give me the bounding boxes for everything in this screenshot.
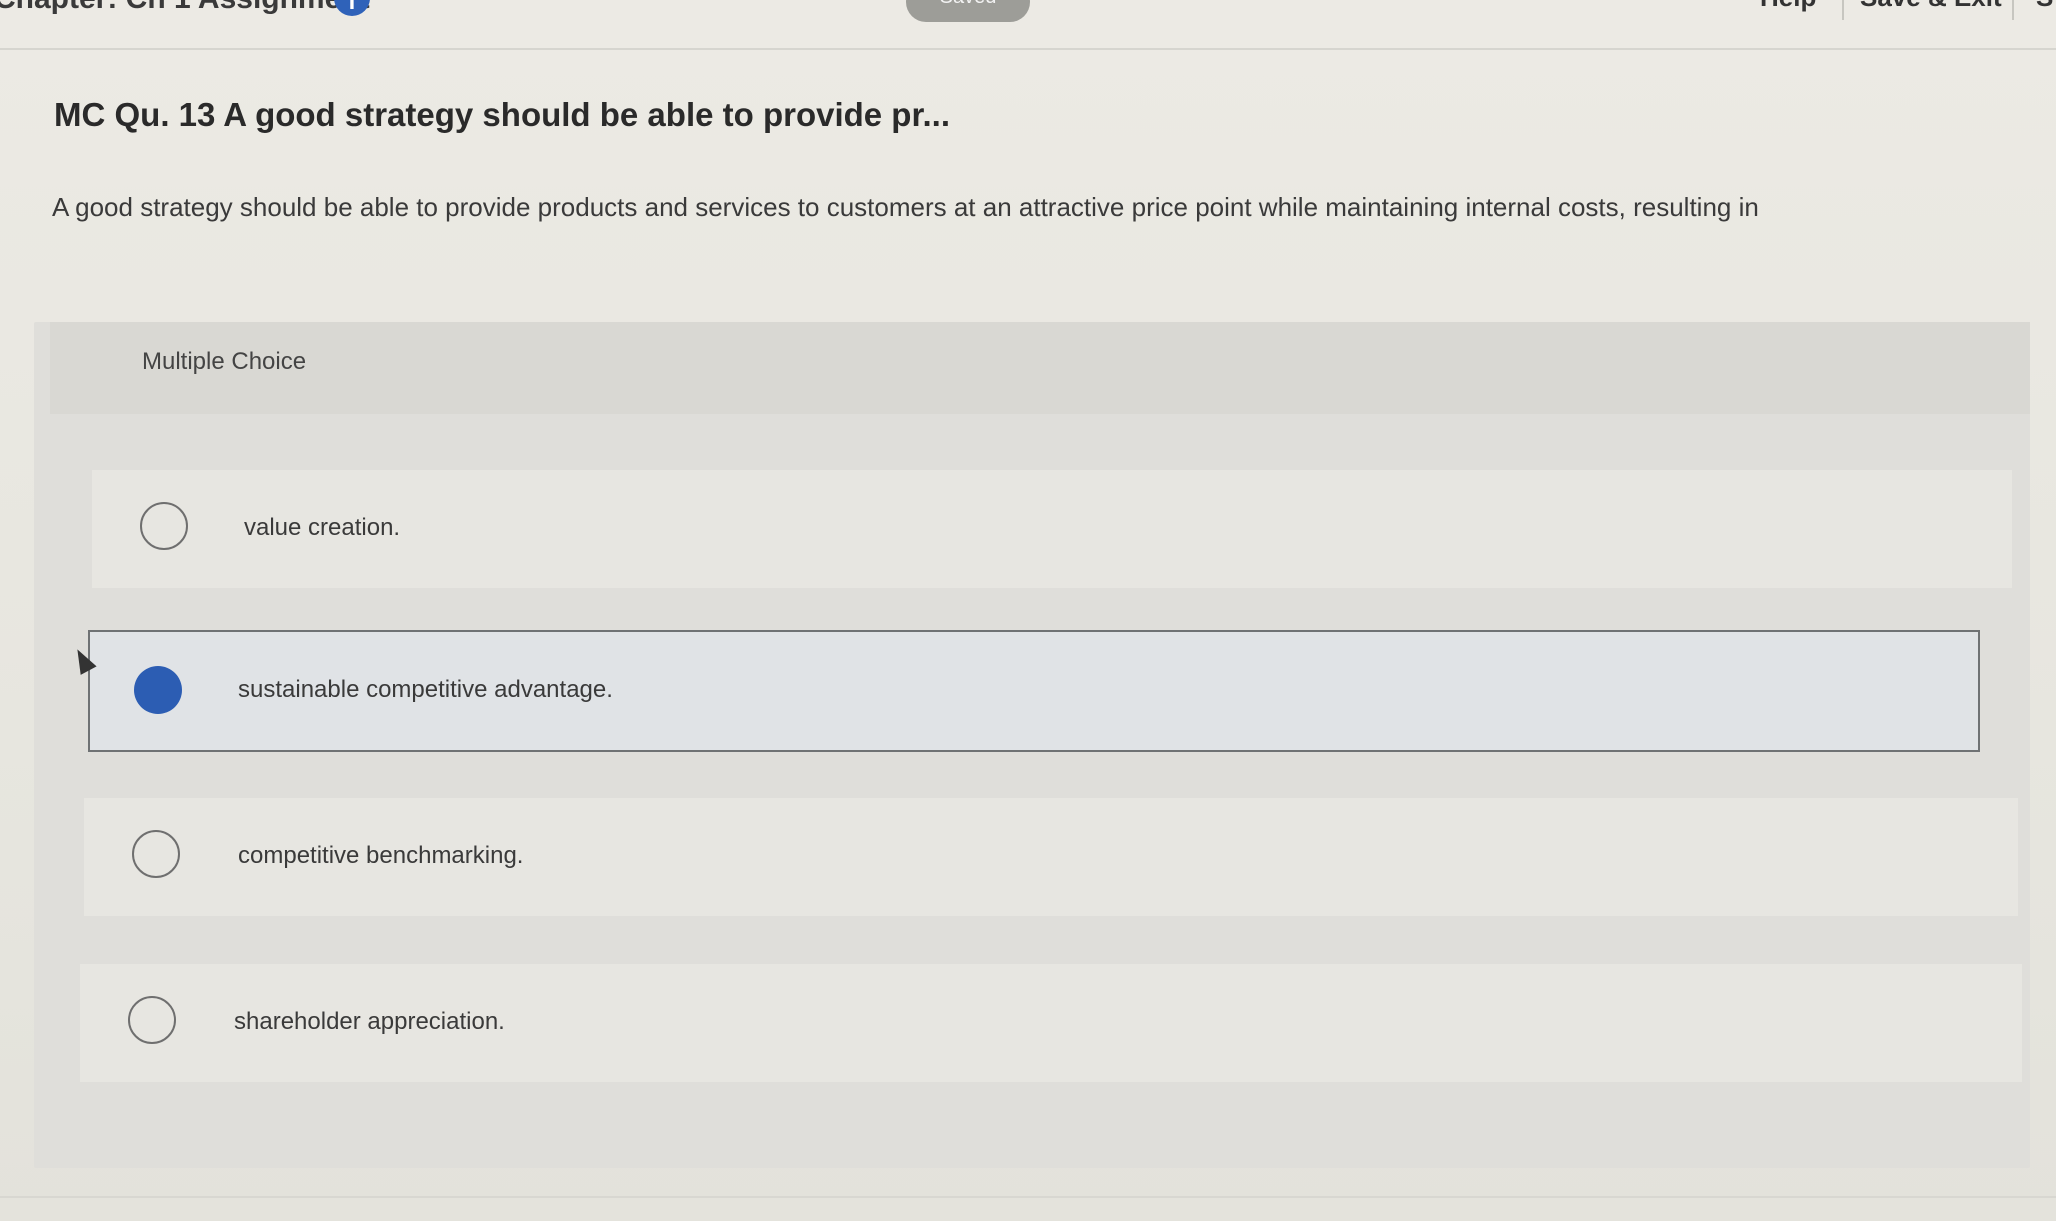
answer-option-label: competitive benchmarking. [238,842,524,869]
help-button[interactable]: Help [1760,0,1816,13]
answer-option-selected[interactable]: sustainable competitive advantage. [88,630,1980,752]
answer-option[interactable]: shareholder appreciation. [80,964,2022,1082]
radio-button[interactable] [140,502,188,550]
header-divider [2012,0,2014,20]
assignment-page: Chapter: Ch 1 Assignment i Saved Help Sa… [0,0,2056,1221]
question-heading: MC Qu. 13 A good strategy should be able… [54,96,950,133]
top-header: Chapter: Ch 1 Assignment i Saved Help Sa… [0,0,2056,50]
radio-button[interactable] [128,996,176,1044]
answer-option[interactable]: competitive benchmarking. [84,798,2018,916]
multiple-choice-header: Multiple Choice [50,322,2030,414]
bottom-strip [0,1196,2056,1221]
answer-option-label: shareholder appreciation. [234,1008,505,1035]
radio-button-selected[interactable] [134,666,182,714]
answer-option[interactable]: value creation. [92,470,2012,588]
radio-button[interactable] [132,830,180,878]
save-exit-button[interactable]: Save & Exit [1860,0,2002,13]
header-divider [1842,0,1844,20]
answer-option-label: sustainable competitive advantage. [238,676,613,703]
question-text: A good strategy should be able to provid… [52,192,1759,222]
saved-status-badge: Saved [906,0,1030,22]
header-next-button[interactable]: S [2036,0,2053,13]
answer-option-label: value creation. [244,514,401,541]
assignment-title: Chapter: Ch 1 Assignment [0,0,370,16]
multiple-choice-panel: Multiple Choice value creation. sustaina… [34,322,2030,1168]
question-type-label: Multiple Choice [142,348,307,375]
